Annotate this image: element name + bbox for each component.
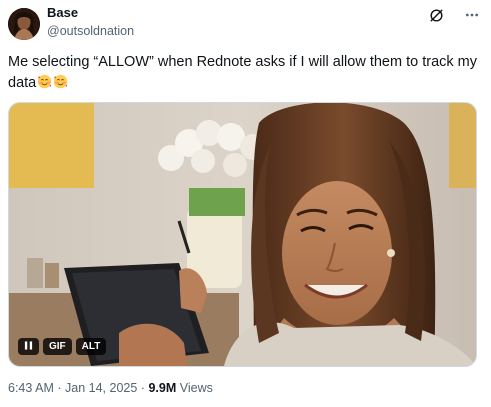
tweet-media-gif[interactable] [8,102,477,367]
views-label: Views [179,381,213,395]
avatar-image [8,8,40,40]
smiling-face-with-hearts-icon [37,74,52,89]
separator: · [57,381,62,395]
tweet-card: Base @outsoldnation Me selecting “ALLOW”… [0,0,491,407]
avatar[interactable] [8,8,40,40]
pause-button[interactable] [18,338,39,355]
tweet-meta: 6:43 AM · Jan 14, 2025 · 9.9M Views [8,381,213,395]
author-block: Base @outsoldnation [47,5,134,39]
more-horizontal-icon[interactable] [463,6,481,24]
separator: · [140,381,145,395]
slash-circle-icon[interactable] [427,6,445,24]
tweet-body: Me selecting “ALLOW” when Rednote asks i… [8,54,477,91]
smiling-face-with-hearts-icon [53,74,68,89]
gif-frame [9,103,476,366]
display-name[interactable]: Base [47,5,134,21]
date[interactable]: Jan 14, 2025 [65,381,137,395]
tweet-text: Me selecting “ALLOW” when Rednote asks i… [8,52,484,94]
pause-icon [24,341,33,350]
header-actions [427,6,481,24]
gif-badge: GIF [43,338,72,355]
alt-badge[interactable]: ALT [75,338,107,355]
views-count: 9.9M [148,381,177,395]
media-badges: GIF ALT [18,338,107,355]
handle[interactable]: @outsoldnation [47,24,134,39]
timestamp[interactable]: 6:43 AM [8,381,54,395]
